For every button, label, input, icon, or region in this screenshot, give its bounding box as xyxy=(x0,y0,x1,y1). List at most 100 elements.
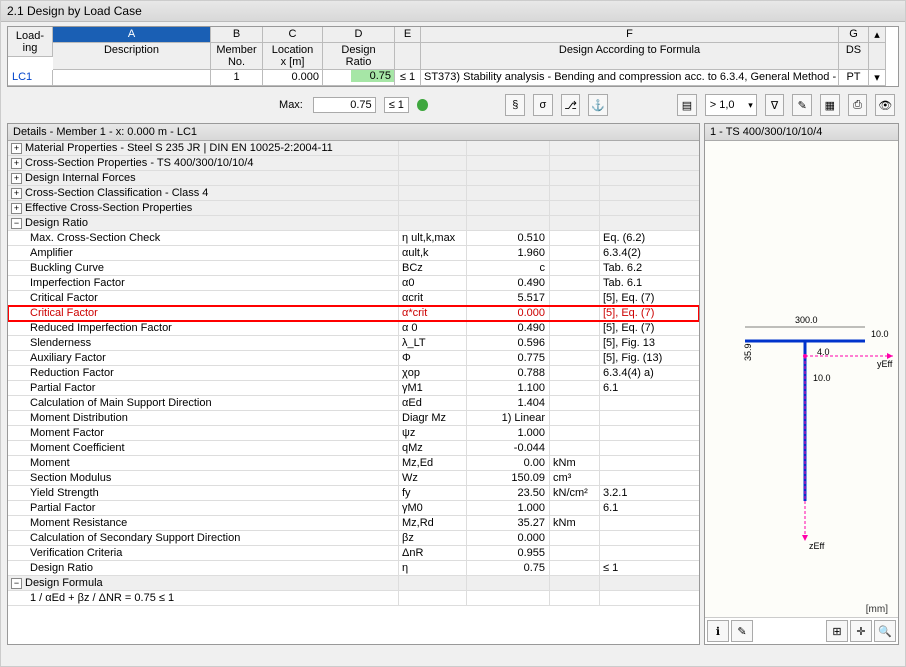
ratio-filter-combo[interactable]: > 1,0 xyxy=(705,94,757,116)
row-symbol: Diagr Mz xyxy=(398,411,466,425)
row-symbol: η xyxy=(398,561,466,575)
col-header-B[interactable]: B xyxy=(211,27,263,43)
scroll-track[interactable] xyxy=(869,43,886,70)
row-value: 0.000 xyxy=(466,531,549,545)
expand-icon[interactable]: + xyxy=(11,203,22,214)
details-row[interactable]: Reduced Imperfection Factorα 00.490[5], … xyxy=(8,321,699,336)
section-canvas[interactable]: 300.0 10.0 10.0 4.0 400.0 35.9 yEff zEff… xyxy=(705,141,898,617)
paint-button[interactable]: ✎ xyxy=(731,620,753,642)
cell-ds[interactable]: PT xyxy=(839,70,869,86)
col-header-A[interactable]: A xyxy=(53,27,211,43)
cell-lc[interactable]: LC1 xyxy=(8,70,53,86)
details-group[interactable]: +Cross-Section Classification - Class 4 xyxy=(8,186,699,201)
collapse-icon[interactable]: − xyxy=(11,218,22,229)
info-button[interactable]: ℹ xyxy=(707,620,729,642)
expand-icon[interactable]: + xyxy=(11,188,22,199)
expand-icon[interactable]: + xyxy=(11,173,22,184)
row-equation xyxy=(599,546,699,560)
tool-color-button[interactable]: ✎ xyxy=(792,94,812,116)
group-label: Material Properties - Steel S 235 JR | D… xyxy=(25,142,333,154)
expand-icon[interactable]: + xyxy=(11,143,22,154)
details-group[interactable]: +Cross-Section Properties - TS 400/300/1… xyxy=(8,156,699,171)
row-value: 1.960 xyxy=(466,246,549,260)
details-row[interactable]: Amplifierαult,k1.9606.3.4(2) xyxy=(8,246,699,261)
tool-eye-button[interactable]: 👁 xyxy=(875,94,895,116)
tool-funnel-button[interactable]: ∇ xyxy=(765,94,785,116)
details-row[interactable]: Auxiliary FactorΦ0.775[5], Fig. (13) xyxy=(8,351,699,366)
details-row[interactable]: Max. Cross-Section Checkη ult,k,max0.510… xyxy=(8,231,699,246)
details-row[interactable]: Calculation of Main Support DirectionαEd… xyxy=(8,396,699,411)
tool-filter-button[interactable]: ▤ xyxy=(677,94,697,116)
ortho-button[interactable]: ⊞ xyxy=(826,620,848,642)
col-header-F[interactable]: F xyxy=(421,27,839,43)
col-header-C[interactable]: C xyxy=(263,27,323,43)
details-row[interactable]: Imperfection Factorα00.490Tab. 6.1 xyxy=(8,276,699,291)
row-label: Critical Factor xyxy=(8,291,398,305)
collapse-icon[interactable]: − xyxy=(11,578,22,589)
col-sub-ds: DS xyxy=(839,43,869,70)
col-header-G[interactable]: G xyxy=(839,27,869,43)
row-equation xyxy=(599,396,699,410)
zoom-button[interactable]: 🔍 xyxy=(874,620,896,642)
row-label: Reduced Imperfection Factor xyxy=(8,321,398,335)
cell-loc[interactable]: 0.000 xyxy=(263,70,323,86)
cell-ratio[interactable]: 0.75 xyxy=(323,70,395,86)
row-unit xyxy=(549,366,599,380)
col-header-E[interactable]: E xyxy=(395,27,421,43)
details-row[interactable]: Calculation of Secondary Support Directi… xyxy=(8,531,699,546)
details-row[interactable]: Buckling CurveBCzcTab. 6.2 xyxy=(8,261,699,276)
row-value: 0.775 xyxy=(466,351,549,365)
row-value: 23.50 xyxy=(466,486,549,500)
row-unit xyxy=(549,246,599,260)
scroll-up-icon[interactable]: ▴ xyxy=(869,27,886,43)
tool-graph-button[interactable]: ⎇ xyxy=(561,94,581,116)
row-value: 35.27 xyxy=(466,516,549,530)
expand-icon[interactable]: + xyxy=(11,158,22,169)
col-header-D[interactable]: D xyxy=(323,27,395,43)
row-equation xyxy=(599,441,699,455)
cell-desc[interactable] xyxy=(53,70,211,86)
details-group[interactable]: +Design Internal Forces xyxy=(8,171,699,186)
col-sub-formula: Design According to Formula xyxy=(421,43,839,70)
details-row[interactable]: Partial FactorγM11.1006.1 xyxy=(8,381,699,396)
details-row[interactable]: Slendernessλ_LT0.596[5], Fig. 13 xyxy=(8,336,699,351)
row-unit xyxy=(549,501,599,515)
details-row[interactable]: Critical Factorα*crit0.000[5], Eq. (7) xyxy=(8,306,699,321)
details-row[interactable]: Verification CriteriaΔnR0.955 xyxy=(8,546,699,561)
row-symbol: γM1 xyxy=(398,381,466,395)
details-row[interactable]: Moment Factorψz1.000 xyxy=(8,426,699,441)
details-row[interactable]: Design Ratioη0.75≤ 1 xyxy=(8,561,699,576)
row-label: Verification Criteria xyxy=(8,546,398,560)
tool-excel-button[interactable]: ▦ xyxy=(820,94,840,116)
details-row[interactable]: Partial FactorγM01.0006.1 xyxy=(8,501,699,516)
details-group[interactable]: +Effective Cross-Section Properties xyxy=(8,201,699,216)
cell-memno[interactable]: 1 xyxy=(211,70,263,86)
row-label: Partial Factor xyxy=(8,381,398,395)
details-group[interactable]: −Design Formula xyxy=(8,576,699,591)
row-unit xyxy=(549,231,599,245)
crosshair-button[interactable]: ✛ xyxy=(850,620,872,642)
tool-anchor-button[interactable]: ⚓ xyxy=(588,94,608,116)
details-group[interactable]: +Material Properties - Steel S 235 JR | … xyxy=(8,141,699,156)
details-row[interactable]: Reduction Factorχop0.7886.3.4(4) a) xyxy=(8,366,699,381)
details-row[interactable]: Moment ResistanceMz,Rd35.27kNm xyxy=(8,516,699,531)
details-row[interactable]: Critical Factorαcrit5.517[5], Eq. (7) xyxy=(8,291,699,306)
scroll-down-icon[interactable]: ▾ xyxy=(869,70,886,86)
row-value: 1.000 xyxy=(466,501,549,515)
cell-formula[interactable]: ST373) Stability analysis - Bending and … xyxy=(421,70,839,86)
details-row[interactable]: MomentMz,Ed0.00kNm xyxy=(8,456,699,471)
tool-section-button[interactable]: § xyxy=(505,94,525,116)
tool-print-button[interactable]: ⎙ xyxy=(848,94,868,116)
row-symbol: αcrit xyxy=(398,291,466,305)
details-row[interactable]: 1 / αEd + βz / ΔNR = 0.75 ≤ 1 xyxy=(8,591,699,606)
details-group[interactable]: −Design Ratio xyxy=(8,216,699,231)
row-label: Moment Distribution xyxy=(8,411,398,425)
details-grid[interactable]: +Material Properties - Steel S 235 JR | … xyxy=(8,141,699,644)
details-row[interactable]: Moment CoefficientqMz-0.044 xyxy=(8,441,699,456)
details-row[interactable]: Section ModulusWz150.09cm³ xyxy=(8,471,699,486)
tool-stress-button[interactable]: σ xyxy=(533,94,553,116)
row-equation: Tab. 6.1 xyxy=(599,276,699,290)
details-row[interactable]: Moment DistributionDiagr Mz1) Linear xyxy=(8,411,699,426)
grid-data-row[interactable]: LC1 1 0.000 0.75 ≤ 1 ST373) Stability an… xyxy=(8,70,898,86)
details-row[interactable]: Yield Strengthfy23.50kN/cm²3.2.1 xyxy=(8,486,699,501)
